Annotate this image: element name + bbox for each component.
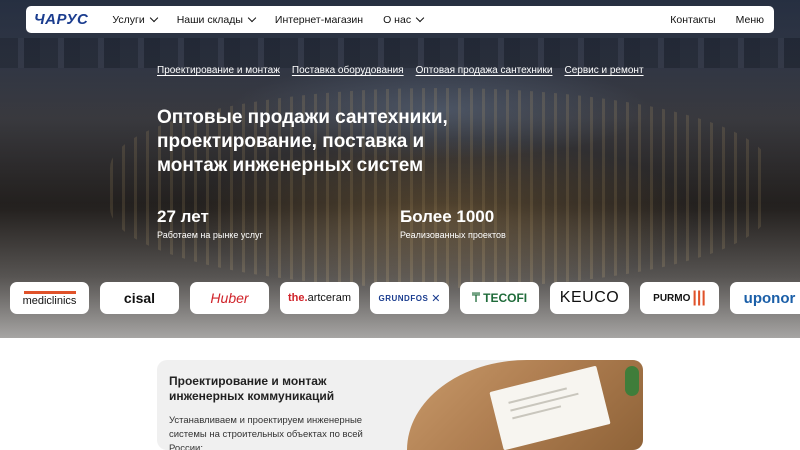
brand-name: the.artceram [288,292,351,304]
brand-logo-tecofi[interactable]: ₸ TECOFI [460,282,539,314]
logo[interactable]: ЧАРУС [34,11,88,28]
brand-logo-huber[interactable]: Huber [190,282,269,314]
stat-value: 27 лет [157,207,209,226]
card-title: Проектирование и монтаж инженерных комму… [169,374,335,403]
link-wholesale-plumbing[interactable]: Оптовая продажа сантехники [416,65,553,76]
brand-logo-uponor[interactable]: uponor [730,282,800,314]
nav-item-about[interactable]: О нас [383,13,425,26]
brand-logo-purmo[interactable]: PURMO ||| [640,282,719,314]
brand-logo-keuco[interactable]: KEUCO [550,282,629,314]
chevron-down-icon [247,13,257,23]
chevron-down-icon [149,13,158,23]
card-image [407,360,643,450]
nav-item-services[interactable]: Услуги [112,13,158,26]
nav-item-warehouses[interactable]: Наши склады [176,13,257,26]
nav-item-label: Услуги [112,13,145,26]
brand-name: KEUCO [559,289,620,306]
nav-item-label: Наши склады [176,13,243,26]
brand-carousel: mediclinics cisal Huber the.artceram GRU… [10,282,800,314]
brand-name-prefix: the. [288,292,308,304]
brand-name: mediclinics [22,295,77,307]
brand-logo-mediclinics[interactable]: mediclinics [10,282,89,314]
plant-leaf [625,366,639,396]
tecofi-icon: ₸ [471,290,481,305]
stat-projects: Более 1000 Реализованных проектов [400,207,506,240]
stat-value: Более 1000 [400,207,495,226]
hero-headline: Оптовые продажи сантехники, проектирован… [157,107,448,176]
brand-logo-cisal[interactable]: cisal [100,282,179,314]
header-bar: ЧАРУС Услуги Наши склады Интернет-магази… [26,6,774,33]
grundfos-x-icon: ✕ [431,292,441,305]
brand-bar [23,291,76,294]
brand-logo-artceram[interactable]: the.artceram [280,282,359,314]
document-image [489,365,611,450]
brand-name: Huber [210,290,249,306]
contacts-link[interactable]: Контакты [670,14,715,26]
chevron-down-icon [415,13,425,23]
city-skyline [0,38,800,68]
stat-label: Работаем на рынке услуг [157,230,263,240]
service-card[interactable]: Проектирование и монтаж инженерных комму… [157,360,643,450]
brand-name: GRUNDFOS [378,293,429,303]
brand-name-suffix: artceram [307,292,351,304]
brand-name: uponor [743,289,796,307]
nav-item-label: Интернет-магазин [274,13,364,26]
brand-name: TECOFI [483,291,528,305]
stat-years: 27 лет Работаем на рынке услуг [157,207,263,240]
link-equipment-supply[interactable]: Поставка оборудования [292,65,404,76]
brand-name: cisal [123,290,156,306]
service-links: Проектирование и монтаж Поставка оборудо… [157,65,644,76]
purmo-bars-icon: ||| [692,289,706,306]
link-design-installation[interactable]: Проектирование и монтаж [157,65,280,76]
right-nav: Контакты Меню [670,14,764,26]
nav-item-online-store[interactable]: Интернет-магазин [275,14,363,26]
link-service-repair[interactable]: Сервис и ремонт [564,65,643,76]
nav-item-label: О нас [383,13,412,26]
stat-label: Реализованных проектов [400,230,506,240]
card-text: Устанавливаем и проектируем инженерные с… [169,415,363,450]
menu-button[interactable]: Меню [736,14,764,26]
brand-logo-grundfos[interactable]: GRUNDFOS ✕ [370,282,449,314]
brand-name: PURMO [653,292,691,304]
main-nav: Услуги Наши склады Интернет-магазин О на… [112,14,670,26]
